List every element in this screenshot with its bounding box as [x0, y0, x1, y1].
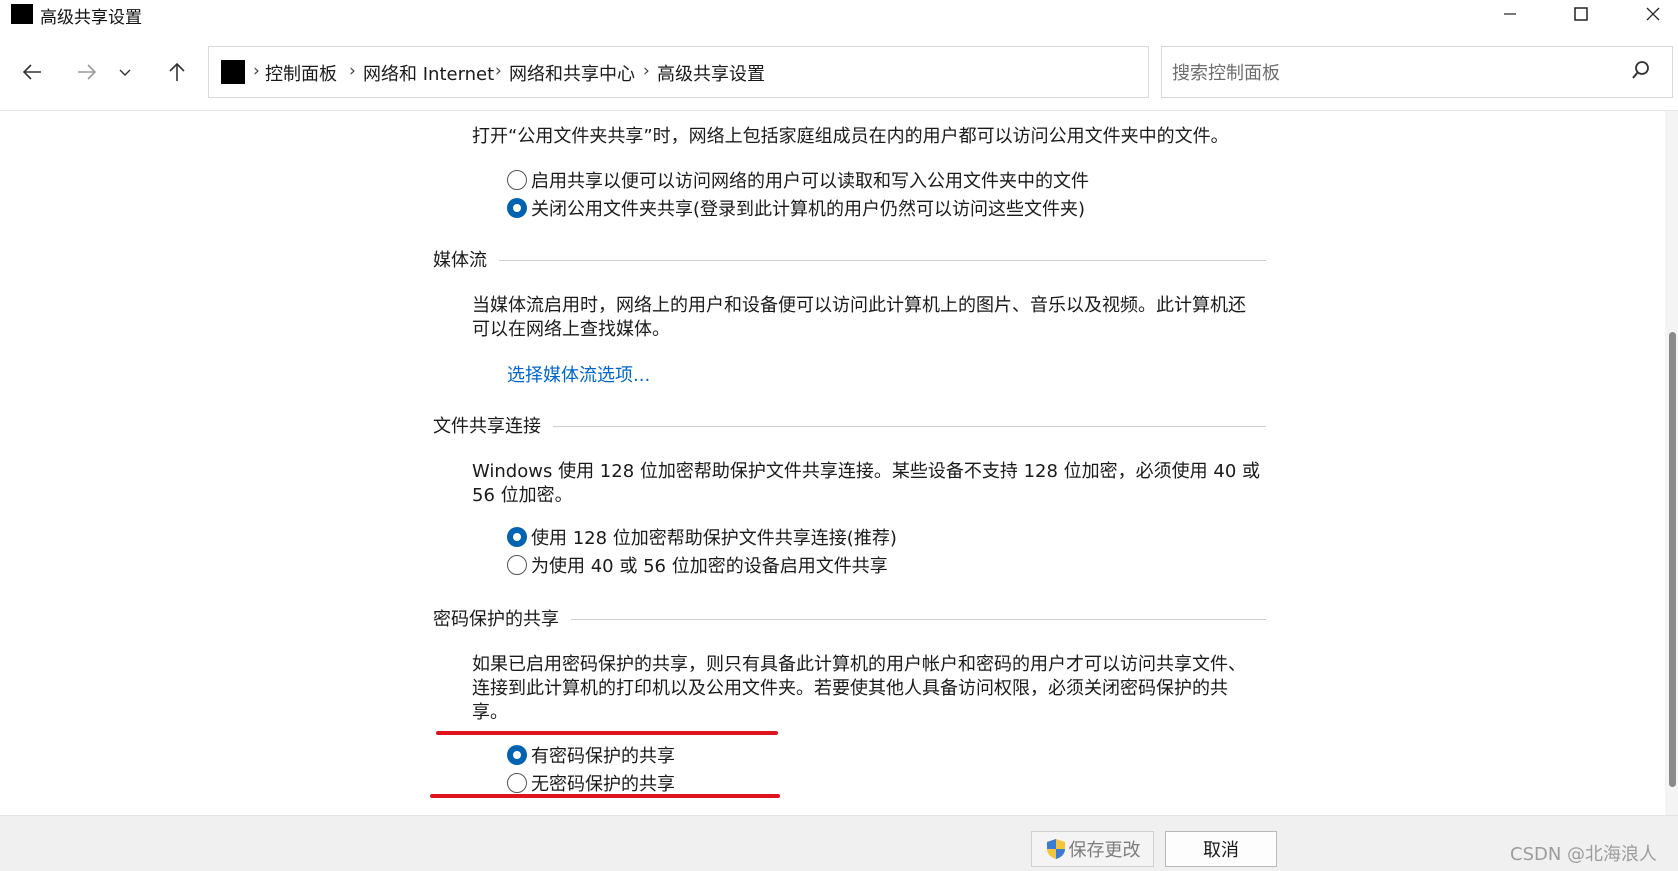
chevron-right-icon: ›: [495, 61, 502, 81]
divider: [571, 618, 1266, 620]
radio-password-protected-sharing[interactable]: 有密码保护的共享: [507, 742, 675, 768]
search-icon[interactable]: [1630, 59, 1652, 81]
chevron-down-icon: [119, 69, 131, 76]
section-title: 文件共享连接: [433, 416, 541, 437]
arrow-up-icon: [169, 62, 185, 81]
password-sharing-description-line-2: 连接到此计算机的打印机以及公用文件夹。若要使其他人具备访问权限，必须关闭密码保护…: [472, 678, 1228, 699]
close-button[interactable]: [1630, 0, 1676, 28]
forward-button[interactable]: [69, 54, 105, 90]
password-sharing-description-line-1: 如果已启用密码保护的共享，则只有具备此计算机的用户帐户和密码的用户才可以访问共享…: [472, 654, 1246, 675]
radio-label: 关闭公用文件夹共享(登录到此计算机的用户仍然可以访问这些文件夹): [531, 199, 1086, 220]
save-changes-button[interactable]: 保存更改: [1031, 831, 1154, 867]
radio-button-selected[interactable]: [507, 198, 527, 218]
radio-label: 启用共享以便可以访问网络的用户可以读取和写入公用文件夹中的文件: [531, 171, 1089, 192]
public-folder-description: 打开“公用文件夹共享”时，网络上包括家庭组成员在内的用户都可以访问公用文件夹中的…: [472, 126, 1229, 147]
footer-bar: 保存更改 取消 CSDN @北海浪人: [0, 815, 1678, 871]
uac-shield-icon: [1046, 839, 1065, 859]
cancel-label: 取消: [1203, 840, 1239, 861]
radio-disable-public-sharing[interactable]: 关闭公用文件夹共享(登录到此计算机的用户仍然可以访问这些文件夹): [507, 195, 1085, 221]
file-sharing-description-line-2: 56 位加密。: [472, 485, 573, 506]
title-bar: 高级共享设置: [0, 0, 1678, 28]
back-button[interactable]: [14, 54, 50, 90]
control-panel-window: 高级共享设置 › 控制面板 › 网络和 Internet › 网络和共享中心 ›…: [0, 0, 1678, 871]
radio-40-56-bit-encryption[interactable]: 为使用 40 或 56 位加密的设备启用文件共享: [507, 552, 888, 578]
radio-label: 使用 128 位加密帮助保护文件共享连接(推荐): [531, 528, 897, 549]
divider: [553, 425, 1266, 427]
chevron-right-icon: ›: [253, 61, 260, 81]
recent-locations-button[interactable]: [114, 54, 136, 90]
divider: [499, 259, 1266, 261]
maximize-icon: [1574, 7, 1588, 21]
close-icon: [1646, 7, 1660, 21]
window-title: 高级共享设置: [40, 8, 142, 28]
media-streaming-description-line-2: 可以在网络上查找媒体。: [472, 319, 670, 340]
breadcrumb-network-internet[interactable]: 网络和 Internet: [363, 60, 494, 86]
breadcrumb-network-sharing-center[interactable]: 网络和共享中心: [509, 60, 635, 86]
media-streaming-description-line-1: 当媒体流启用时，网络上的用户和设备便可以访问此计算机上的图片、音乐以及视频。此计…: [472, 295, 1246, 316]
section-title: 媒体流: [433, 250, 487, 271]
navigation-bar: › 控制面板 › 网络和 Internet › 网络和共享中心 › 高级共享设置: [0, 44, 1678, 100]
control-panel-icon: [11, 4, 33, 24]
address-bar[interactable]: › 控制面板 › 网络和 Internet › 网络和共享中心 › 高级共享设置: [208, 46, 1335, 98]
search-input[interactable]: [1172, 59, 1612, 87]
minimize-icon: [1504, 13, 1516, 15]
scrollbar-thumb[interactable]: [1669, 332, 1676, 787]
choose-media-streaming-options-link[interactable]: 选择媒体流选项...: [507, 361, 650, 387]
breadcrumb-advanced-sharing[interactable]: 高级共享设置: [657, 60, 765, 86]
watermark-text: CSDN @北海浪人: [1510, 844, 1658, 865]
radio-button[interactable]: [507, 773, 527, 793]
radio-label: 有密码保护的共享: [531, 746, 675, 767]
radio-enable-public-sharing[interactable]: 启用共享以便可以访问网络的用户可以读取和写入公用文件夹中的文件: [507, 167, 1089, 193]
cancel-button[interactable]: 取消: [1165, 831, 1277, 867]
save-changes-label: 保存更改: [1068, 840, 1141, 861]
password-sharing-description-line-3: 享。: [472, 702, 508, 723]
maximize-button[interactable]: [1558, 0, 1604, 28]
chevron-right-icon: ›: [349, 61, 356, 81]
control-panel-icon: [221, 60, 245, 84]
radio-label: 无密码保护的共享: [531, 774, 675, 795]
chevron-right-icon: ›: [643, 61, 650, 81]
radio-button-selected[interactable]: [507, 745, 527, 765]
section-header-password-sharing: 密码保护的共享: [433, 606, 1266, 630]
minimize-button[interactable]: [1487, 0, 1533, 28]
settings-content: 打开“公用文件夹共享”时，网络上包括家庭组成员在内的用户都可以访问公用文件夹中的…: [0, 111, 1665, 815]
red-annotation-underline: [430, 794, 780, 798]
section-header-file-sharing: 文件共享连接: [433, 413, 1266, 437]
red-annotation-underline: [436, 731, 778, 735]
radio-label: 为使用 40 或 56 位加密的设备启用文件共享: [531, 556, 888, 577]
section-title: 密码保护的共享: [433, 609, 559, 630]
file-sharing-description-line-1: Windows 使用 128 位加密帮助保护文件共享连接。某些设备不支持 128…: [472, 461, 1261, 482]
radio-button[interactable]: [507, 555, 527, 575]
radio-128-bit-encryption[interactable]: 使用 128 位加密帮助保护文件共享连接(推荐): [507, 524, 897, 550]
radio-no-password-sharing[interactable]: 无密码保护的共享: [507, 770, 675, 796]
search-box[interactable]: [1161, 46, 1673, 98]
arrow-right-icon: [78, 64, 97, 80]
breadcrumb-control-panel[interactable]: 控制面板: [265, 60, 337, 86]
arrow-left-icon: [22, 64, 41, 80]
radio-button[interactable]: [507, 170, 527, 190]
section-header-media-streaming: 媒体流: [433, 247, 1266, 271]
radio-button-selected[interactable]: [507, 527, 527, 547]
up-button[interactable]: [159, 54, 195, 90]
